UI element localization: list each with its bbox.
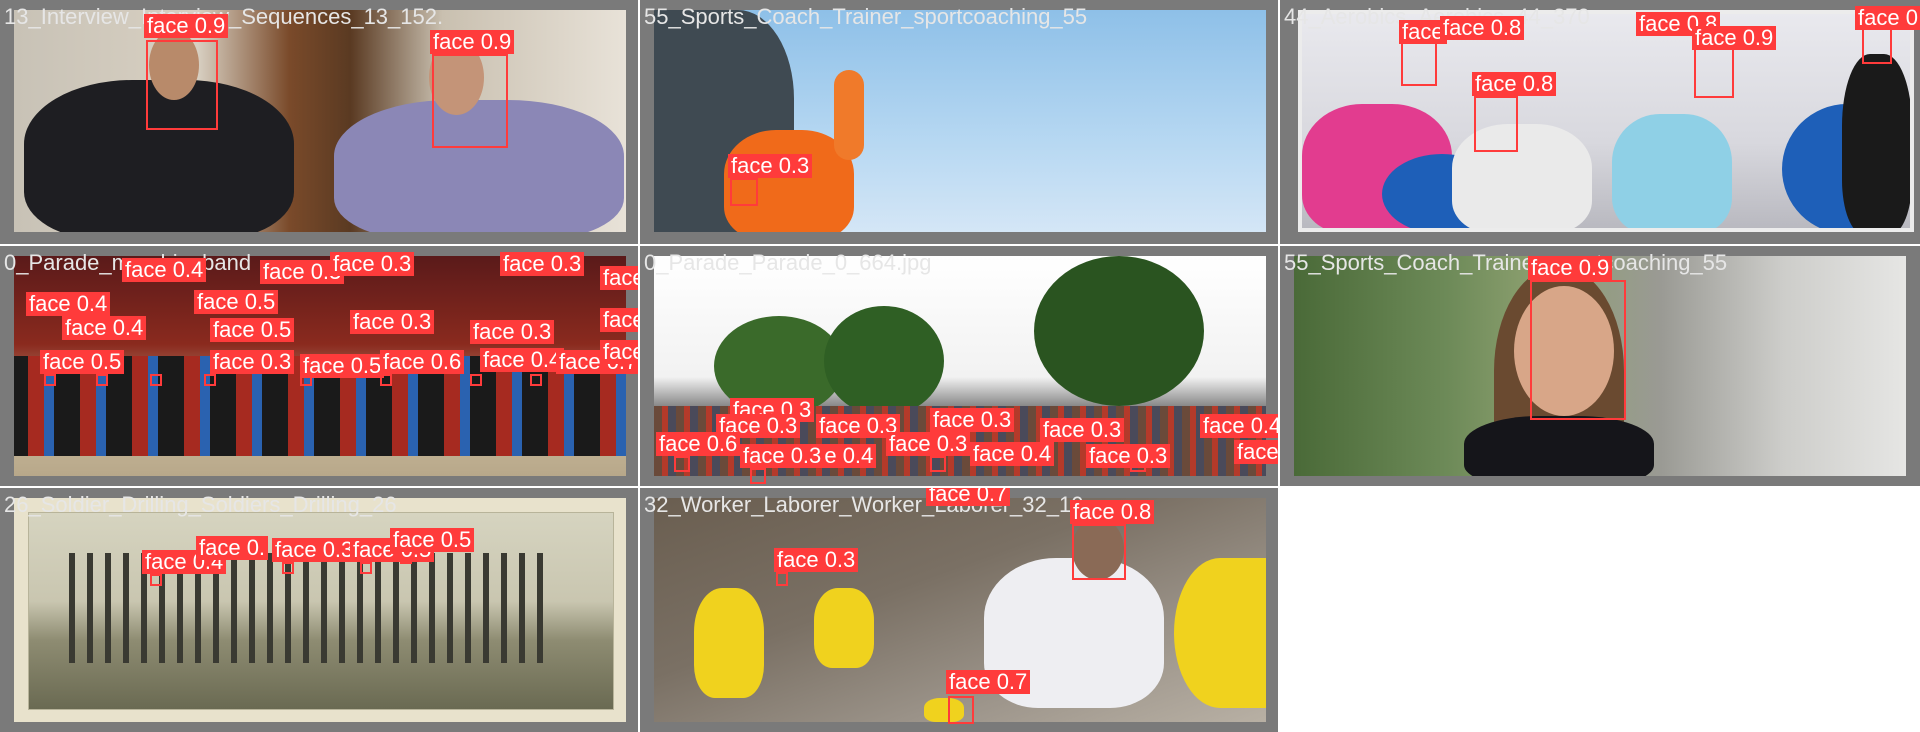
mosaic-tile-soldiers-drilling: 26_Soldier_Drilling_Soldiers_Drilling_26… bbox=[0, 488, 638, 732]
face-box bbox=[530, 374, 542, 386]
face-box bbox=[360, 562, 372, 574]
mosaic-tile-aerobics: 44_Aerobics_Aerobics_44_370 face face 0.… bbox=[1280, 0, 1920, 244]
face-label: face 0.3 bbox=[600, 266, 638, 290]
face-label: face 0.9 bbox=[1692, 26, 1777, 50]
face-label: face 0.7 bbox=[926, 488, 1011, 506]
face-box bbox=[930, 456, 946, 472]
face-box bbox=[948, 696, 974, 724]
face-box bbox=[150, 374, 162, 386]
tile-caption: 32_Worker_Laborer_Worker_Laborer_32_10 bbox=[644, 492, 1084, 517]
face-box bbox=[1401, 40, 1437, 86]
face-label: face 0.5 bbox=[600, 308, 638, 332]
face-label: face 0.9 bbox=[144, 14, 229, 38]
face-box bbox=[470, 374, 482, 386]
mosaic-tile-worker-laborer: 32_Worker_Laborer_Worker_Laborer_32_10 f… bbox=[640, 488, 1278, 732]
face-box bbox=[750, 468, 766, 484]
mosaic-tile-parade-trees: 0_Parade_Parade_0_664.jpg face 0.3 face … bbox=[640, 246, 1278, 486]
face-label: face 0.6 bbox=[380, 350, 465, 374]
face-label: face 0.4 bbox=[26, 292, 111, 316]
face-box bbox=[730, 178, 758, 206]
face-label: face 0.3 bbox=[886, 432, 971, 456]
face-label: face 0.3 bbox=[728, 154, 813, 178]
face-label: face 0.4 bbox=[122, 258, 207, 282]
mosaic-tile-parade-band: 0_Parade_marchingband face 0.4 face 0.3 … bbox=[0, 246, 638, 486]
face-label: face 0.3 bbox=[350, 310, 435, 334]
face-label: face 0.8 bbox=[1070, 500, 1155, 524]
mosaic-tile-interview: 13_Interview_Interview_Sequences_13_152.… bbox=[0, 0, 638, 244]
face-box bbox=[674, 456, 690, 472]
face-label: face 0.3 bbox=[1040, 418, 1125, 442]
face-label: face 0.3 bbox=[740, 444, 825, 468]
face-label: face 0.7 bbox=[600, 340, 638, 364]
face-label: face 0.6 bbox=[656, 432, 741, 456]
face-label: face 0.3 bbox=[1086, 444, 1171, 468]
face-label: face 0.9 bbox=[430, 30, 515, 54]
face-label: face 0.3 bbox=[210, 350, 295, 374]
face-box bbox=[150, 574, 162, 586]
face-label: face 0.3 bbox=[930, 408, 1015, 432]
face-label: face 0.3 bbox=[272, 538, 357, 562]
face-label: face 0.5 bbox=[300, 354, 385, 378]
face-label: face 0.4 bbox=[970, 442, 1055, 466]
soldiers-photo bbox=[14, 498, 626, 722]
mosaic-tile-coach-portrait: 55_Sports_Coach_Trainer_sportcoaching_55… bbox=[1280, 246, 1920, 486]
face-box bbox=[282, 562, 294, 574]
face-label: face 0.3 bbox=[330, 252, 415, 276]
face-box bbox=[146, 40, 218, 130]
face-label: face 0.7 bbox=[946, 670, 1031, 694]
tile-caption: 55_Sports_Coach_Trainer_sportcoaching_55 bbox=[644, 4, 1088, 29]
face-box bbox=[1694, 46, 1734, 98]
mosaic-tile-sports-coach: 55_Sports_Coach_Trainer_sportcoaching_55… bbox=[640, 0, 1278, 244]
face-label: face 0. bbox=[196, 536, 269, 560]
face-label: face 0.5 bbox=[194, 290, 279, 314]
face-label: face 0.5 bbox=[40, 350, 125, 374]
face-label: face 0.3 bbox=[1234, 440, 1278, 464]
face-label: face 0 bbox=[1855, 6, 1920, 30]
face-box bbox=[96, 374, 108, 386]
face-label: face 0.3 bbox=[470, 320, 555, 344]
face-label: face 0.4 bbox=[62, 316, 147, 340]
face-label: face 0.8 bbox=[1472, 72, 1557, 96]
tile-caption: 0_Parade_Parade_0_664.jpg bbox=[644, 250, 932, 275]
face-label: face 0.3 bbox=[774, 548, 859, 572]
face-label: face 0.9 bbox=[1528, 256, 1613, 280]
face-box bbox=[204, 374, 216, 386]
tile-caption: 26_Soldier_Drilling_Soldiers_Drilling_26 bbox=[4, 492, 397, 517]
face-label: face 0.8 bbox=[1440, 16, 1525, 40]
interview-photo bbox=[14, 10, 626, 232]
face-label: face 0.4 bbox=[1200, 414, 1278, 438]
face-label: face 0.5 bbox=[210, 318, 295, 342]
face-box bbox=[1474, 96, 1518, 152]
face-box bbox=[44, 374, 56, 386]
aerobics-photo bbox=[1298, 10, 1914, 232]
face-label: face 0.4 bbox=[480, 348, 565, 372]
face-label: face 0.5 bbox=[390, 528, 475, 552]
tile-caption: 55_Sports_Coach_Trainer_sportcoaching_55 bbox=[1284, 250, 1728, 275]
face-box bbox=[432, 54, 508, 148]
face-box bbox=[1530, 280, 1626, 420]
face-box bbox=[776, 572, 788, 586]
face-label: face 0.3 bbox=[500, 252, 585, 276]
face-box bbox=[1072, 524, 1126, 580]
face-box bbox=[1862, 24, 1892, 64]
